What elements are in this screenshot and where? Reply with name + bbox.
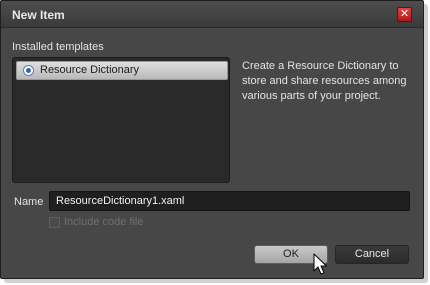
- include-code-label: Include code file: [64, 216, 144, 228]
- include-code-checkbox[interactable]: [49, 217, 60, 228]
- dialog-title: New Item: [12, 8, 65, 22]
- name-input[interactable]: [49, 191, 410, 211]
- close-icon: ✕: [399, 8, 410, 20]
- name-label: Name: [14, 196, 44, 208]
- title-bar[interactable]: New Item ✕: [1, 1, 423, 28]
- template-item-resource-dictionary[interactable]: Resource Dictionary: [16, 61, 228, 80]
- template-item-label: Resource Dictionary: [40, 64, 140, 76]
- template-list[interactable]: Resource Dictionary: [12, 57, 230, 183]
- new-item-dialog: New Item ✕ Installed templates Resource …: [0, 0, 424, 279]
- mouse-pointer-icon: [313, 253, 327, 275]
- template-description: Create a Resource Dictionary to store an…: [242, 60, 407, 102]
- templates-label: Installed templates: [12, 41, 104, 53]
- cancel-button[interactable]: Cancel: [335, 245, 409, 264]
- close-button[interactable]: ✕: [397, 7, 412, 22]
- resource-dictionary-icon: [23, 65, 34, 76]
